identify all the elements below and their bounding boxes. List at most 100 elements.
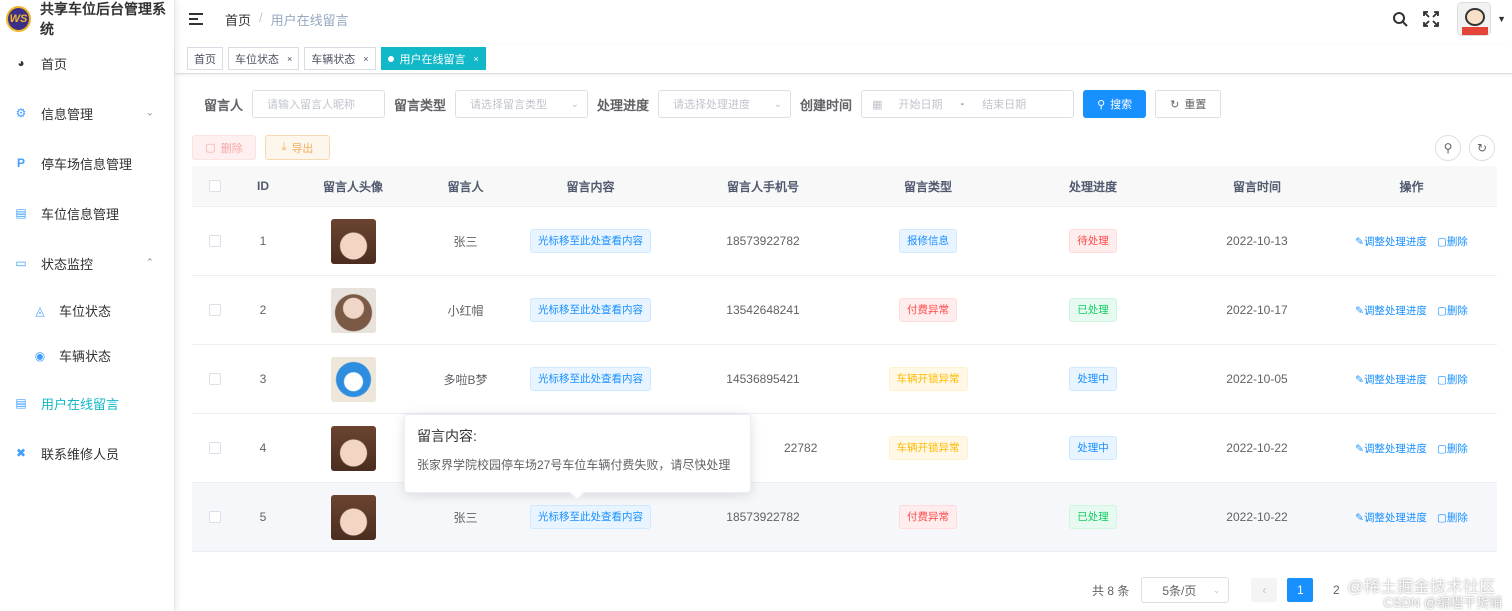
- avatar-cell: [288, 483, 418, 551]
- row-delete-label: 删除: [1446, 511, 1468, 524]
- row-delete-link[interactable]: ▢删除: [1437, 372, 1468, 387]
- column-header: 留言时间: [1232, 179, 1281, 194]
- time-label: 创建时间: [800, 97, 853, 113]
- export-button[interactable]: ⤓ 导出: [265, 135, 330, 160]
- tag-messages[interactable]: 用户在线留言 ×: [380, 47, 486, 70]
- popover-body: 张家界学院校园停车场27号车位车辆付费失败，请尽快处理: [417, 458, 731, 472]
- row-checkbox[interactable]: [209, 373, 221, 385]
- delete-button-label: 删除: [220, 142, 243, 155]
- breadcrumb-home[interactable]: 首页: [225, 10, 251, 29]
- id-cell: 2: [259, 303, 267, 317]
- fullscreen-icon[interactable]: [1420, 8, 1442, 30]
- row-checkbox[interactable]: [209, 442, 221, 454]
- row-select-cell: [192, 345, 238, 413]
- author-input[interactable]: 请输入留言人昵称: [252, 90, 386, 118]
- tools-icon: ✖: [15, 446, 27, 460]
- delete-button[interactable]: ▢ 删除: [192, 135, 256, 160]
- select-all-checkbox[interactable]: [209, 180, 221, 192]
- watermark-csdn: CSDN @编程干货铺: [1383, 595, 1502, 610]
- tag-home[interactable]: 首页: [187, 47, 223, 70]
- row-checkbox[interactable]: [209, 235, 221, 247]
- name-cell: 小红帽: [447, 303, 484, 318]
- progress-select[interactable]: 请选择处理进度 ⌄: [658, 90, 792, 118]
- tag-label: 用户在线留言: [399, 53, 466, 66]
- content-hover-tag[interactable]: 光标移至此处查看内容: [530, 505, 651, 529]
- prev-page-button[interactable]: ‹: [1251, 578, 1278, 602]
- logo: WS 共享车位后台管理系统: [0, 0, 174, 38]
- parking-icon: P: [16, 156, 25, 170]
- adjust-progress-link[interactable]: ✎调整处理进度: [1355, 510, 1427, 525]
- close-icon[interactable]: ×: [287, 54, 292, 64]
- row-delete-link[interactable]: ▢删除: [1437, 441, 1468, 456]
- row-checkbox[interactable]: [209, 304, 221, 316]
- row-delete-link[interactable]: ▢删除: [1437, 303, 1468, 318]
- column-header: 留言人: [447, 179, 484, 194]
- content-hover-tag[interactable]: 光标移至此处查看内容: [530, 229, 651, 253]
- message-table: ID 留言人头像 留言人 留言内容 留言人手机号 留言类型 处理进度 留言时间 …: [192, 166, 1497, 552]
- sidebar-item-parking[interactable]: P 停车场信息管理: [0, 138, 174, 188]
- total-count: 共 8 条: [1092, 583, 1130, 598]
- page-size-select[interactable]: 5条/页 ⌄: [1141, 577, 1230, 603]
- adjust-progress-link[interactable]: ✎调整处理进度: [1355, 441, 1427, 456]
- page-2-button[interactable]: 2: [1323, 578, 1349, 602]
- adjust-progress-link[interactable]: ✎调整处理进度: [1355, 372, 1427, 387]
- page-size-value: 5条/页: [1162, 583, 1197, 598]
- page-1-button[interactable]: 1: [1287, 578, 1314, 602]
- sidebar-item-vehicle-status[interactable]: ◉ 车辆状态: [0, 333, 174, 378]
- type-cell: 车辆开锁异常: [858, 345, 998, 413]
- search-form: 留言人 请输入留言人昵称 留言类型 请选择留言类型 ⌄ 处理进度 请选择处理进度 ⌄…: [204, 90, 1222, 118]
- popover-title: 留言内容:: [417, 428, 477, 444]
- row-delete-label: 删除: [1446, 442, 1468, 455]
- toggle-search-button[interactable]: ⚲: [1435, 135, 1461, 161]
- content-hover-tag[interactable]: 光标移至此处查看内容: [530, 367, 651, 391]
- row-delete-link[interactable]: ▢删除: [1437, 510, 1468, 525]
- time-cell: 2022-10-05: [1226, 372, 1288, 386]
- type-select[interactable]: 请选择留言类型 ⌄: [455, 90, 589, 118]
- search-icon[interactable]: [1389, 8, 1411, 30]
- close-icon[interactable]: ×: [474, 54, 479, 64]
- adjust-progress-link[interactable]: ✎调整处理进度: [1355, 303, 1427, 318]
- column-header: 处理进度: [1068, 179, 1117, 194]
- download-icon: ⤓: [281, 141, 287, 153]
- sidebar-item-messages[interactable]: ▤ 用户在线留言: [0, 378, 174, 428]
- table-row: 2 小红帽 光标移至此处查看内容 13542648241 付费异常 已处理 20…: [192, 276, 1497, 345]
- close-icon[interactable]: ×: [363, 54, 368, 64]
- sidebar-item-label: 状态监控: [41, 256, 94, 272]
- avatar-cell: [288, 414, 418, 482]
- tag-vehicle-status[interactable]: 车辆状态 ×: [304, 47, 376, 70]
- sidebar-item-label: 车位状态: [59, 304, 112, 319]
- sidebar-item-monitor[interactable]: ▭ 状态监控 ⌃: [0, 238, 174, 288]
- adjust-progress-link[interactable]: ✎调整处理进度: [1355, 234, 1427, 249]
- start-date-placeholder: 开始日期: [898, 99, 943, 111]
- sidebar-item-label: 用户在线留言: [41, 396, 120, 412]
- progress-tag: 已处理: [1069, 505, 1117, 529]
- sidebar-item-info[interactable]: ⚙ 信息管理 ⌄: [0, 88, 174, 138]
- row-delete-label: 删除: [1446, 304, 1468, 317]
- reset-button[interactable]: ↻ 重置: [1155, 90, 1222, 118]
- chevron-left-icon: ‹: [1262, 583, 1267, 597]
- refresh-button[interactable]: ↻: [1469, 135, 1495, 161]
- row-checkbox[interactable]: [209, 511, 221, 523]
- type-tag: 报修信息: [899, 229, 957, 253]
- content-popover: 留言内容: 张家界学院校园停车场27号车位车辆付费失败，请尽快处理: [404, 414, 751, 501]
- caret-down-icon[interactable]: ▼: [1497, 14, 1506, 24]
- edit-icon: ✎: [1355, 373, 1364, 386]
- hamburger-icon[interactable]: [189, 13, 203, 25]
- user-avatar-image: [330, 425, 376, 471]
- sidebar-item-home[interactable]: ◕ 首页: [0, 38, 174, 88]
- author-label: 留言人: [204, 97, 244, 113]
- phone-cell: 18573922782: [726, 234, 800, 248]
- tag-slot-status[interactable]: 车位状态 ×: [228, 47, 300, 70]
- vehicle-icon: ◉: [34, 348, 46, 363]
- content-hover-tag[interactable]: 光标移至此处查看内容: [530, 298, 651, 322]
- sidebar-item-slot-info[interactable]: ▤ 车位信息管理: [0, 188, 174, 238]
- sidebar-item-repair[interactable]: ✖ 联系维修人员: [0, 428, 174, 478]
- search-button[interactable]: ⚲ 搜索: [1083, 90, 1147, 118]
- date-range-picker[interactable]: ▦ 开始日期 - 结束日期: [861, 90, 1075, 118]
- row-delete-link[interactable]: ▢删除: [1437, 234, 1468, 249]
- op-cell: ✎调整处理进度 ▢删除: [1326, 345, 1497, 413]
- user-avatar[interactable]: [1457, 2, 1492, 36]
- type-tag: 付费异常: [899, 298, 957, 322]
- column-header: 留言内容: [566, 179, 615, 194]
- sidebar-item-slot-status[interactable]: ◬ 车位状态: [0, 288, 174, 333]
